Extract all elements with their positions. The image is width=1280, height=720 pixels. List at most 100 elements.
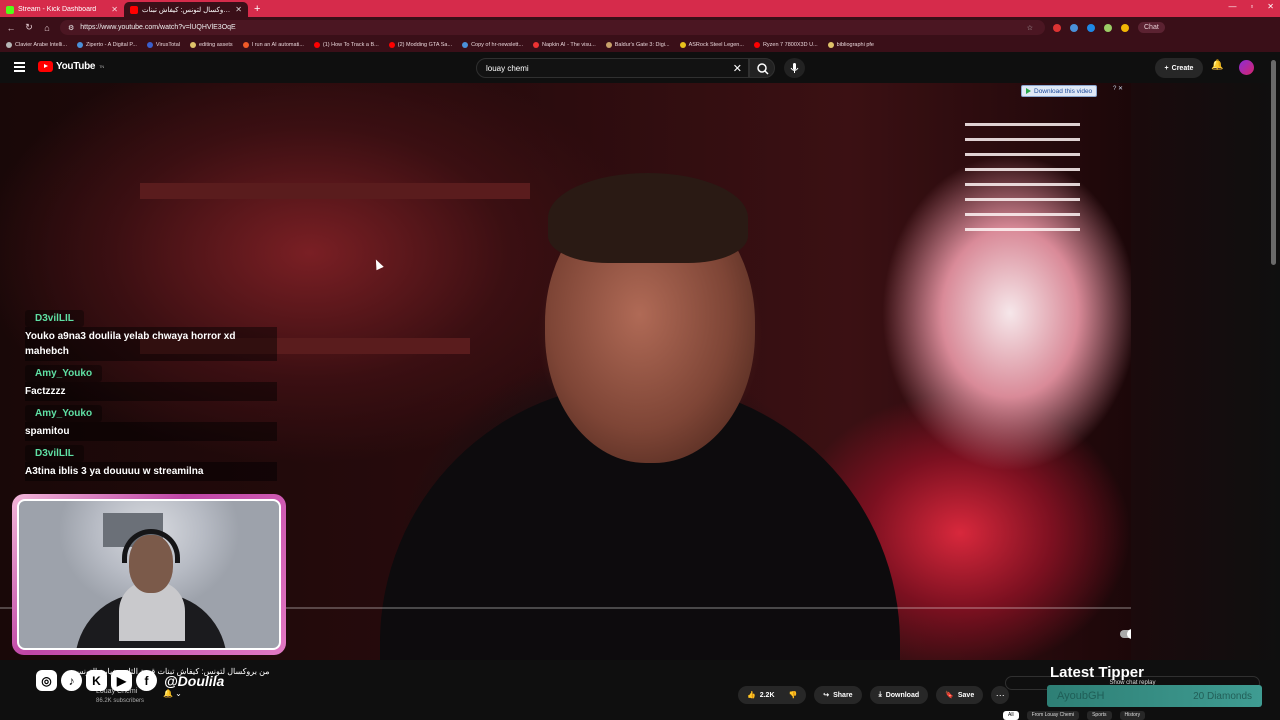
- youtube-play-icon: [38, 61, 53, 72]
- page-scrollbar[interactable]: [1271, 60, 1276, 265]
- create-label: Create: [1171, 64, 1194, 72]
- download-play-icon: [1026, 88, 1031, 94]
- new-tab-button[interactable]: +: [248, 2, 266, 17]
- profile-avatar-icon[interactable]: [1121, 23, 1129, 32]
- extension-icon[interactable]: [1087, 23, 1095, 32]
- logo-text: YouTube: [56, 61, 96, 72]
- filter-chip[interactable]: Sports: [1087, 711, 1112, 720]
- extension-icon[interactable]: [1104, 23, 1112, 32]
- user-avatar[interactable]: [1239, 60, 1254, 75]
- bookmark-item[interactable]: I run an AI automati...: [242, 42, 304, 48]
- chat-text: spamitou: [25, 422, 277, 441]
- youtube-logo[interactable]: YouTube TN: [38, 61, 104, 72]
- tab-label: من بروكسال لتونس: كيفاش تبنات: [142, 6, 232, 14]
- maximize-icon[interactable]: ▫: [1250, 2, 1253, 11]
- bookmark-label: bibliographi pfe: [836, 42, 874, 48]
- bookmark-item[interactable]: ASRock Steel Legen...: [679, 42, 744, 48]
- thumbs-up-icon: 👍: [747, 692, 756, 699]
- close-tab-icon[interactable]: ✕: [235, 5, 242, 14]
- video-frame-blind: [965, 228, 1080, 231]
- download-icon: ⤓: [878, 691, 882, 698]
- bookmark-label: VirusTotal: [155, 42, 180, 48]
- bookmark-item[interactable]: bibliographi pfe: [827, 42, 874, 48]
- bookmark-item[interactable]: Baldur's Gate 3: Digi...: [605, 42, 670, 48]
- stream-chat-overlay: D3vilLIL Youko a9na3 doulila yelab chwaya…: [25, 308, 277, 483]
- share-button[interactable]: ↪ Share: [814, 686, 862, 704]
- voice-search-button[interactable]: [784, 58, 805, 78]
- kick-favicon-icon: [6, 5, 14, 14]
- filter-chip[interactable]: All: [1003, 711, 1019, 720]
- badge-close-icon[interactable]: ? ✕: [1113, 85, 1123, 92]
- bookmark-favicon-icon: [533, 42, 540, 48]
- bookmark-item[interactable]: (2) Modding GTA Sa...: [388, 42, 452, 48]
- like-button[interactable]: 👍 2.2K 👎: [738, 686, 807, 704]
- chat-message: D3vilLIL Youko a9na3 doulila yelab chwaya…: [25, 308, 277, 361]
- notifications-bell-icon[interactable]: 🔔: [1211, 60, 1223, 71]
- back-arrow-icon[interactable]: ←: [6, 23, 16, 33]
- bookmark-item[interactable]: Copy of hr-newslett...: [462, 42, 523, 48]
- youtube-favicon-icon: [130, 5, 138, 14]
- bookmarks-bar: Clavier Arabe Intelli... Ziperto - A Digi…: [0, 38, 1280, 52]
- logo-region: TN: [99, 64, 104, 69]
- plus-icon: +: [1164, 64, 1169, 72]
- bookmark-star-icon[interactable]: ☆: [1027, 24, 1037, 32]
- browser-toolbar: ← ↻ ⌂ ⚙ https://www.youtube.com/watch?v=…: [0, 17, 1280, 38]
- chat-text: Factzzzz: [25, 382, 277, 401]
- chat-message: D3vilLIL A3tina iblis 3 ya douuuu w strea…: [25, 443, 277, 481]
- chat-message: Amy_Youko spamitou: [25, 403, 277, 441]
- like-count: 2.2K: [759, 691, 775, 699]
- bookmark-item[interactable]: (1) How To Track a B...: [313, 42, 379, 48]
- bookmark-label: Napkin AI - The visu...: [542, 42, 596, 48]
- kick-icon: K: [86, 670, 107, 691]
- autoplay-toggle[interactable]: [1120, 629, 1131, 639]
- menu-icon[interactable]: [14, 62, 25, 72]
- download-video-badge[interactable]: Download this video: [1021, 85, 1098, 97]
- chat-username: D3vilLIL: [25, 445, 84, 462]
- extensions-row: Chat: [1053, 22, 1165, 33]
- save-button[interactable]: 🔖 Save: [936, 686, 984, 704]
- bookmark-item[interactable]: VirusTotal: [146, 42, 180, 48]
- save-label: Save: [957, 691, 975, 699]
- video-frame-blind: [965, 153, 1080, 156]
- video-frame-blind: [965, 168, 1080, 171]
- download-button[interactable]: ⤓ Download: [869, 686, 929, 704]
- search-input[interactable]: louay chemi ✕: [476, 58, 749, 78]
- bookmark-favicon-icon: [189, 42, 196, 48]
- create-button[interactable]: + Create: [1155, 58, 1203, 78]
- url-text: https://www.youtube.com/watch?v=lUQHVlE3…: [80, 24, 236, 31]
- url-bar[interactable]: ⚙ https://www.youtube.com/watch?v=lUQHVl…: [60, 20, 1045, 35]
- bookmark-item[interactable]: Ryzen 7 7800X3D U...: [753, 42, 818, 48]
- bookmark-item[interactable]: Clavier Arabe Intelli...: [6, 42, 67, 48]
- search-button[interactable]: [749, 58, 775, 78]
- extension-icon[interactable]: [1070, 23, 1078, 32]
- latest-tipper-label: Latest Tipper: [1050, 664, 1144, 681]
- close-tab-icon[interactable]: ✕: [111, 5, 118, 14]
- filter-chip[interactable]: From Louay Chemi: [1026, 711, 1080, 720]
- bookmark-item[interactable]: Ziperto - A Digital P...: [76, 42, 137, 48]
- home-icon[interactable]: ⌂: [42, 23, 52, 33]
- bookmark-item[interactable]: editing assets: [189, 42, 233, 48]
- bookmark-favicon-icon: [679, 42, 686, 48]
- share-label: Share: [833, 691, 853, 699]
- video-frame-blind: [965, 183, 1080, 186]
- browser-tab-youtube[interactable]: من بروكسال لتونس: كيفاش تبنات ✕: [124, 2, 248, 17]
- share-icon: ↪: [823, 692, 830, 699]
- minimize-icon[interactable]: —: [1228, 2, 1236, 11]
- site-info-icon[interactable]: ⚙: [68, 24, 74, 32]
- search-query: louay chemi: [486, 63, 529, 73]
- bookmark-favicon-icon: [605, 42, 612, 48]
- clear-search-icon[interactable]: ✕: [733, 62, 742, 75]
- browser-tab-kick[interactable]: Stream - Kick Dashboard ✕: [0, 2, 124, 17]
- thumbs-down-icon[interactable]: 👎: [789, 691, 798, 699]
- bookmark-item[interactable]: Napkin AI - The visu...: [533, 42, 596, 48]
- bookmark-favicon-icon: [462, 42, 469, 48]
- close-window-icon[interactable]: ✕: [1267, 2, 1274, 11]
- filter-chip[interactable]: History: [1119, 711, 1146, 720]
- bookmark-label: Baldur's Gate 3: Digi...: [614, 42, 670, 48]
- latest-tipper-box: AyoubGH 20 Diamonds: [1047, 685, 1262, 707]
- more-actions-icon[interactable]: ⋯: [991, 686, 1010, 704]
- reload-icon[interactable]: ↻: [24, 22, 34, 33]
- bookmark-favicon-icon: [388, 42, 395, 48]
- chat-button[interactable]: Chat: [1138, 22, 1165, 33]
- extension-icon[interactable]: [1053, 23, 1061, 32]
